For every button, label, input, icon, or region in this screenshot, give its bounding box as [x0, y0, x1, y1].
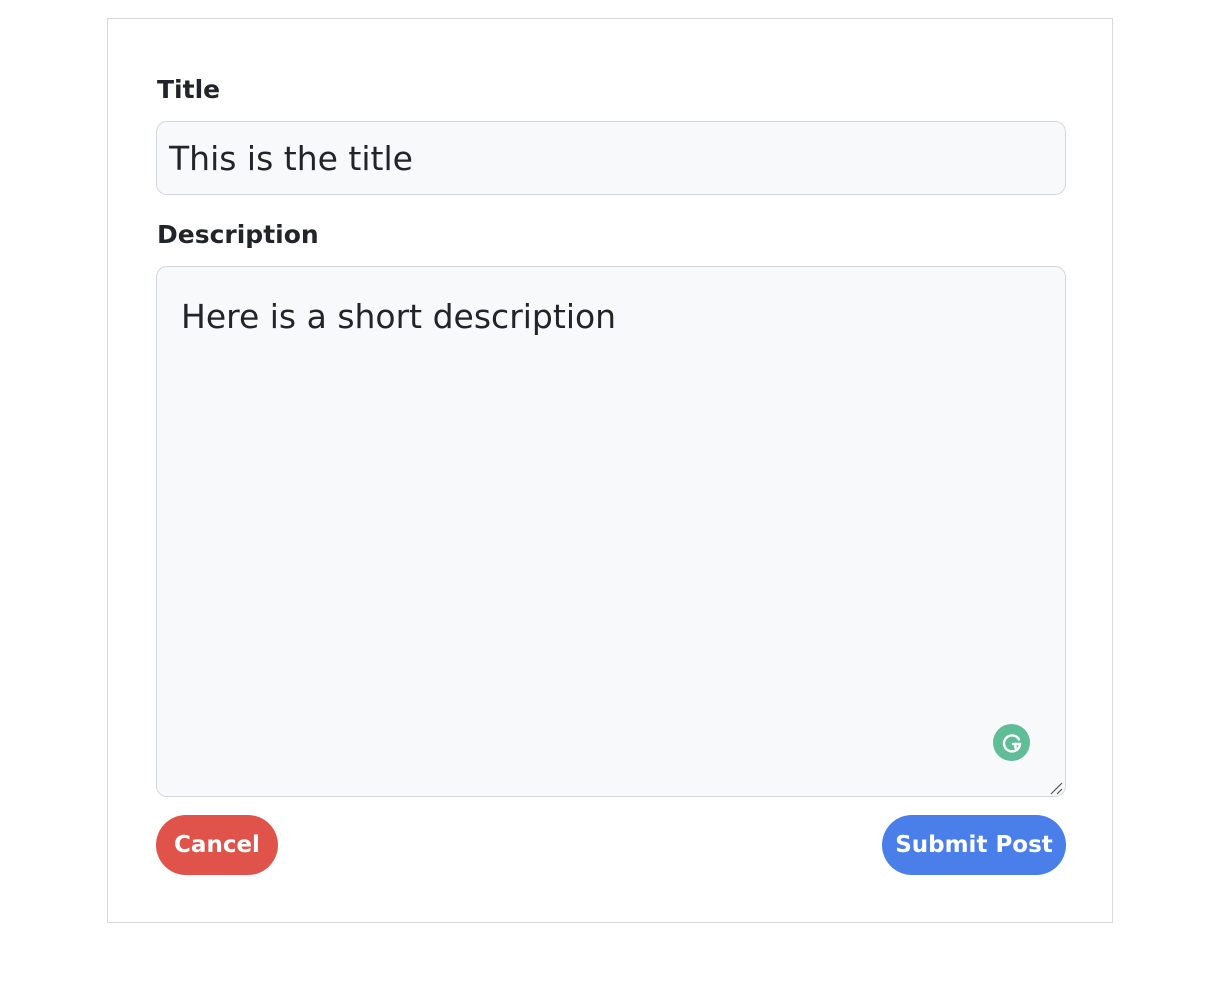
cancel-button[interactable]: Cancel [156, 815, 278, 875]
post-form-card: Title Description Here is a short descri… [107, 18, 1113, 923]
post-form: Title Description Here is a short descri… [156, 74, 1066, 875]
description-textarea[interactable]: Here is a short description [156, 266, 1066, 797]
form-actions: Cancel Submit Post [156, 815, 1066, 875]
title-label: Title [157, 75, 221, 104]
grammarly-icon[interactable] [993, 724, 1030, 761]
submit-post-button[interactable]: Submit Post [882, 815, 1066, 875]
description-label: Description [157, 220, 319, 249]
description-field-wrapper: Here is a short description [156, 266, 1066, 797]
title-input[interactable] [156, 121, 1066, 195]
resize-handle-icon[interactable] [1049, 780, 1063, 795]
